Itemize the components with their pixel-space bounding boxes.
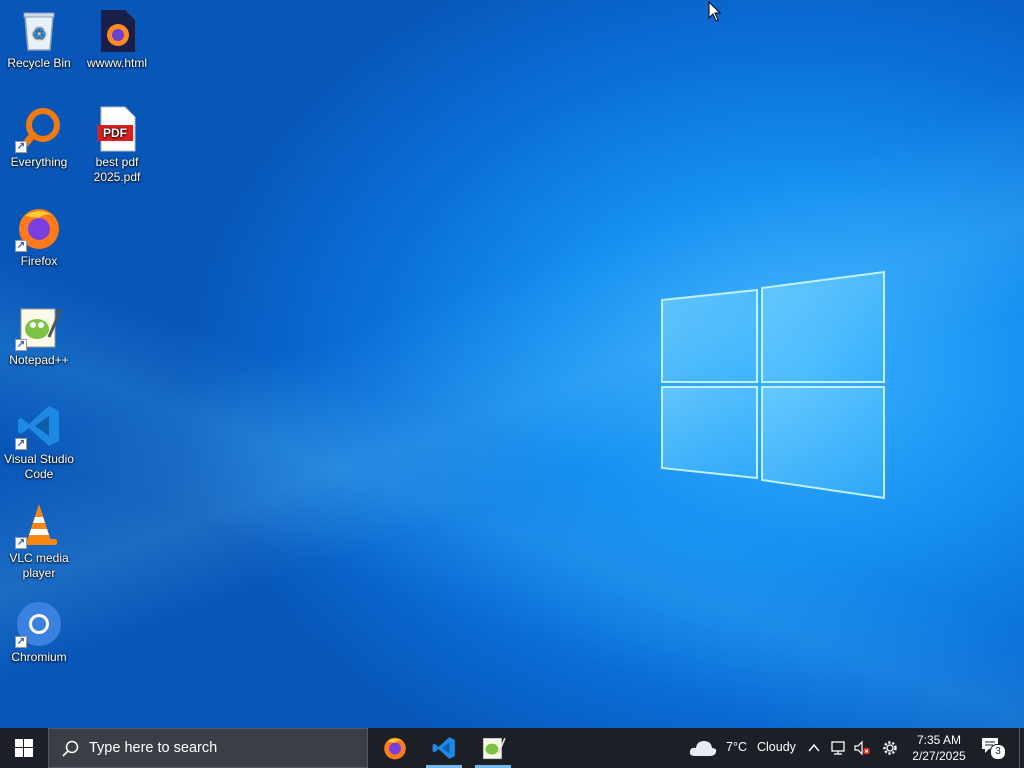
shortcut-arrow-icon: ↗ xyxy=(15,141,27,153)
shortcut-arrow-icon: ↗ xyxy=(15,339,27,351)
cloud-icon xyxy=(689,741,717,756)
recycle-bin-icon: ♻ xyxy=(15,6,63,54)
show-desktop-button[interactable] xyxy=(1019,728,1024,768)
desktop-icon-label: Recycle Bin xyxy=(7,56,71,70)
desktop-icon-vlc[interactable]: ↗ VLC media player xyxy=(1,495,77,581)
vscode-icon: ↗ xyxy=(15,402,63,450)
show-hidden-icons-button[interactable] xyxy=(806,740,822,756)
chromium-icon: ↗ xyxy=(15,600,63,648)
desktop-icon-everything[interactable]: ↗ Everything xyxy=(1,99,77,170)
desktop-icon-firefox[interactable]: ↗ Firefox xyxy=(1,198,77,269)
network-button[interactable] xyxy=(830,740,848,756)
clock-date: 2/27/2025 xyxy=(912,749,966,763)
clock[interactable]: 7:35 AM 2/27/2025 xyxy=(908,732,970,764)
vlc-cone-icon: ↗ xyxy=(15,501,63,549)
clock-time: 7:35 AM xyxy=(916,733,962,747)
desktop-icon-label: best pdf 2025.pdf xyxy=(93,155,141,184)
notepadpp-icon: ↗ xyxy=(15,303,63,351)
svg-text:PDF: PDF xyxy=(103,126,127,140)
gear-icon xyxy=(883,741,897,755)
firefox-html-file-icon xyxy=(93,6,141,54)
volume-muted-icon xyxy=(854,740,870,756)
desktop-icon-label: wwww.html xyxy=(86,56,147,70)
volume-button[interactable] xyxy=(853,740,871,756)
chevron-up-icon xyxy=(808,743,820,752)
desktop-icon-chromium[interactable]: ↗ Chromium xyxy=(1,594,77,665)
action-center-button[interactable]: 3 xyxy=(980,736,1006,760)
notification-count-badge: 3 xyxy=(990,744,1006,760)
windows-start-icon xyxy=(15,739,33,757)
desktop-icon-label: Firefox xyxy=(20,254,58,268)
taskbar-app-vscode[interactable] xyxy=(424,728,464,768)
desktop-icon-label: Notepad++ xyxy=(9,353,69,367)
firefox-icon: ↗ xyxy=(15,204,63,252)
desktop-icon-label: Everything xyxy=(10,155,68,169)
desktop-icon-label: Chromium xyxy=(11,650,67,664)
pdf-file-icon: PDF xyxy=(93,105,141,153)
start-button[interactable] xyxy=(0,728,48,768)
desktop-icon-best-pdf[interactable]: PDF best pdf 2025.pdf xyxy=(79,99,155,185)
firefox-icon xyxy=(384,737,406,760)
desktop-icon-vscode[interactable]: ↗ Visual Studio Code xyxy=(1,396,77,482)
notepadpp-icon xyxy=(482,737,506,760)
settings-tray-button[interactable] xyxy=(881,739,899,757)
desktop-icon-notepadpp[interactable]: ↗ Notepad++ xyxy=(1,297,77,368)
desktop-icon-wwww-html[interactable]: wwww.html xyxy=(79,0,155,71)
desktop-icon-label: Visual Studio Code xyxy=(4,452,74,481)
weather-condition: Cloudy xyxy=(757,740,796,754)
network-icon xyxy=(831,741,845,755)
taskbar: Type here to search 7°C Cloudy 7:35 AM 2… xyxy=(0,728,1024,768)
search-placeholder: Type here to search xyxy=(89,740,218,756)
desktop-icon-recycle-bin[interactable]: ♻ Recycle Bin xyxy=(1,0,77,71)
taskbar-app-firefox[interactable] xyxy=(375,728,415,768)
taskbar-app-notepadpp[interactable] xyxy=(473,728,513,768)
svg-text:♻: ♻ xyxy=(32,24,46,43)
windows-wallpaper-logo xyxy=(661,270,885,500)
shortcut-arrow-icon: ↗ xyxy=(15,537,27,549)
weather-widget[interactable]: 7°C Cloudy xyxy=(686,728,798,768)
search-icon xyxy=(62,740,79,757)
taskbar-search-box[interactable]: Type here to search xyxy=(48,728,368,768)
shortcut-arrow-icon: ↗ xyxy=(15,438,27,450)
weather-temp: 7°C xyxy=(726,740,747,754)
vscode-icon xyxy=(432,737,455,759)
desktop-icon-label: VLC media player xyxy=(9,551,69,580)
shortcut-arrow-icon: ↗ xyxy=(15,636,27,648)
everything-search-icon: ↗ xyxy=(15,105,63,153)
shortcut-arrow-icon: ↗ xyxy=(15,240,27,252)
mouse-cursor-icon xyxy=(708,1,722,22)
